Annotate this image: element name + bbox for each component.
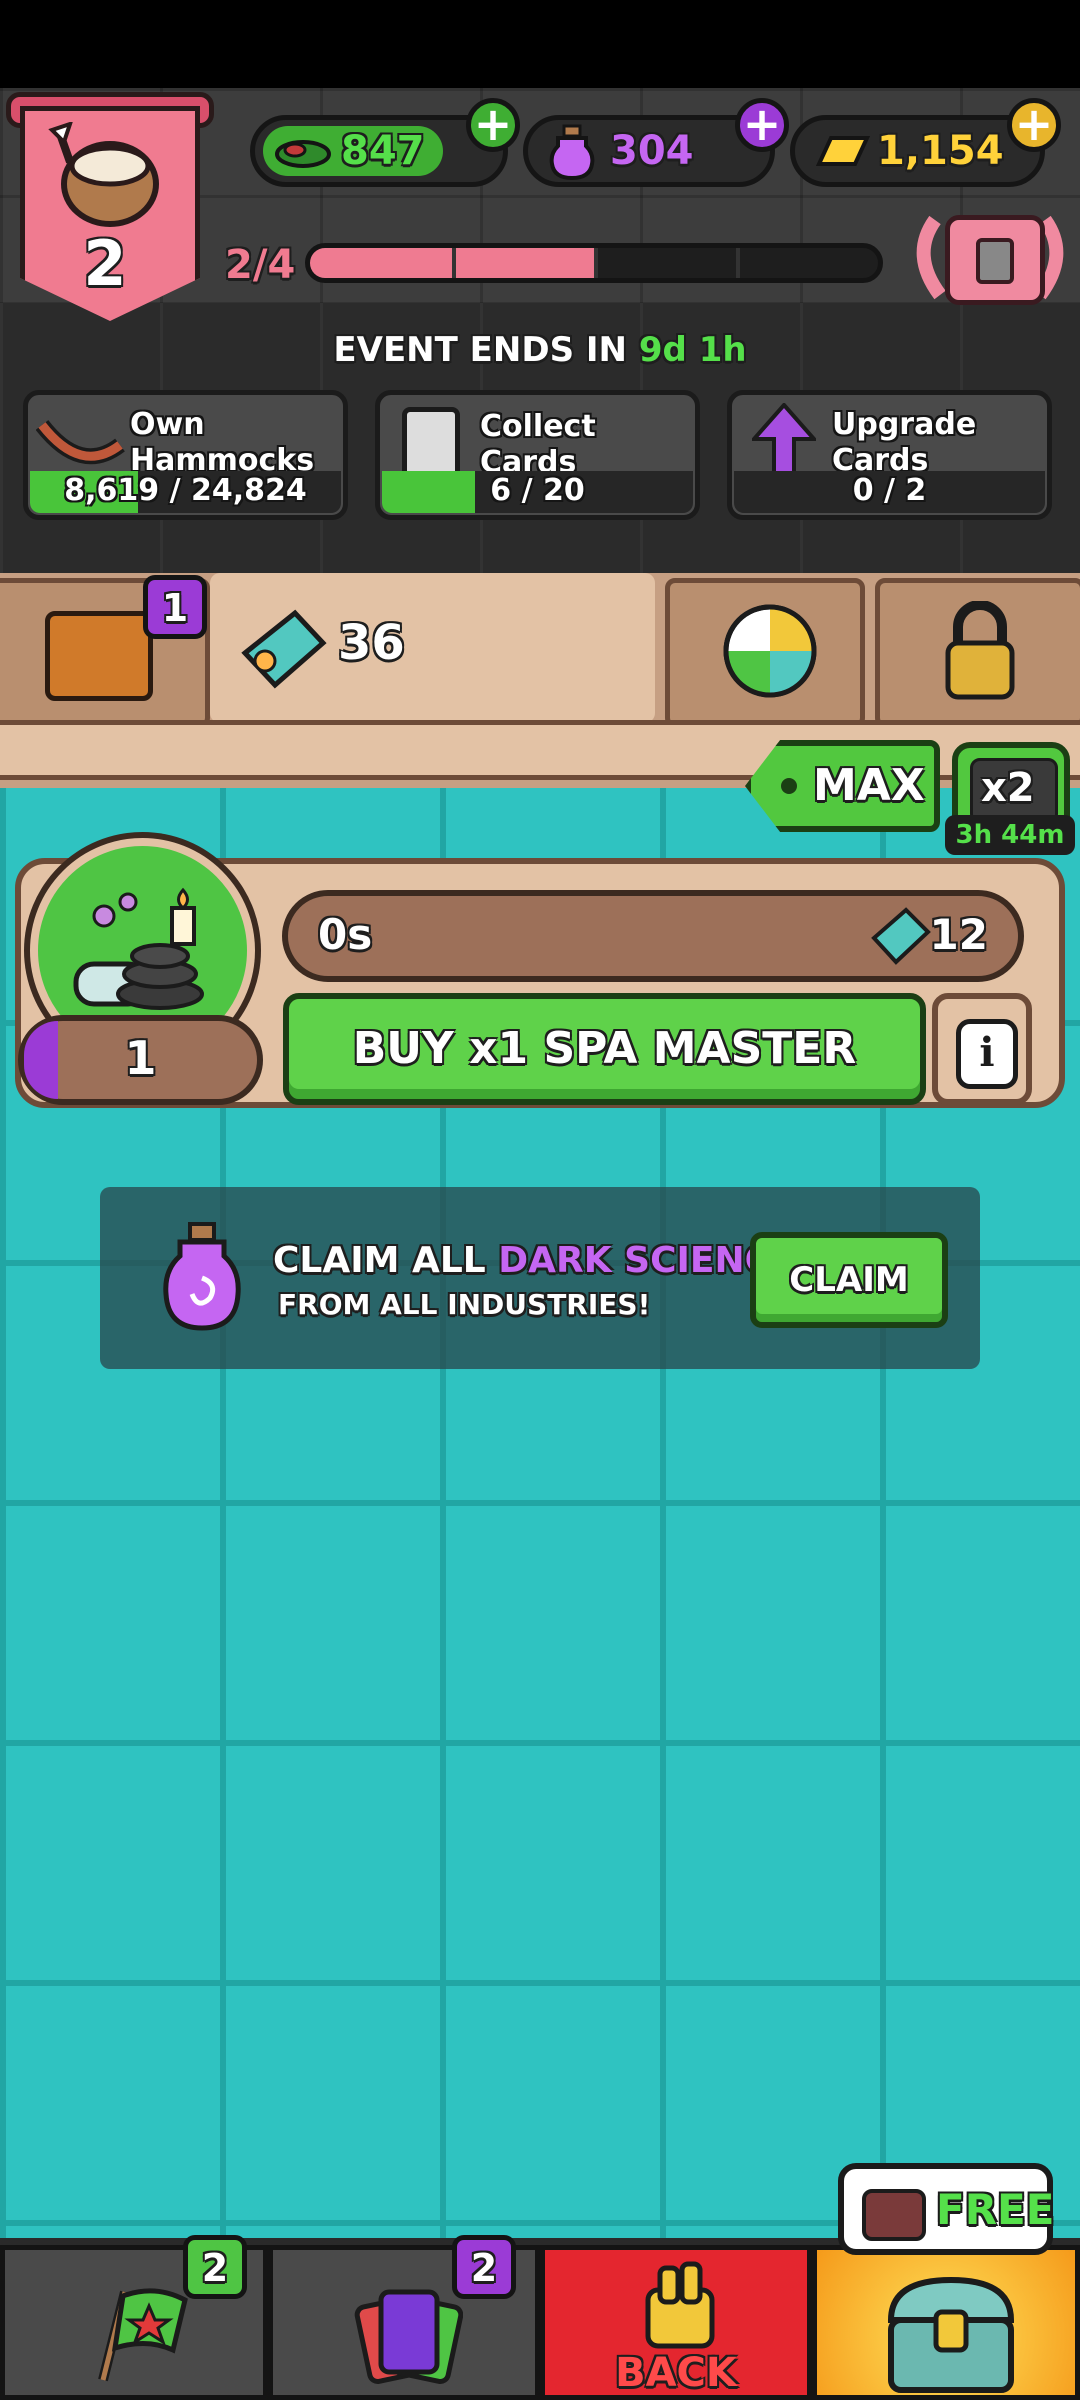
potion-icon [549,124,595,180]
gold-bar-icon [815,136,871,166]
card-icon [402,407,460,481]
claim-text-line1: CLAIM ALL DARK SCIENCE [273,1240,796,1281]
missions-badge-count: 2 [201,2246,229,2290]
claim-text-line2: FROM ALL INDUSTRIES! [278,1288,651,1321]
dark-science-value: 304 [610,128,694,174]
claim-button[interactable]: CLAIM [750,1232,948,1328]
add-cash-button[interactable]: + [466,98,520,152]
add-gold-button[interactable]: + [1007,98,1061,152]
goal-label-line1: Upgrade [832,407,977,442]
hammock-icon [36,419,125,465]
system-status-bar [0,0,1080,88]
progress-segment-divider [736,248,740,278]
progress-segment-divider [594,248,598,278]
fist-icon [645,2261,715,2349]
goal-progress-text: 0 / 2 [852,473,927,508]
tab-beach-ball[interactable] [665,578,865,728]
rank-progress-text: 2/4 [225,242,296,288]
purple-arrow-up-icon [752,403,816,477]
free-chest-bubble[interactable]: FREE [838,2163,1055,2255]
nav-chest-shop[interactable] [812,2245,1080,2400]
info-button[interactable]: i [932,993,1032,1105]
tag-hole-icon [781,778,797,794]
chest-icon [945,215,1045,305]
goal-progress-bar: 6 / 20 [382,471,693,513]
dark-science-potion-icon [163,1222,241,1331]
towel-icon [241,609,327,689]
suitcase-badge: 1 [143,575,207,639]
event-hours: 1h [698,330,747,370]
free-label: FREE [936,2185,1055,2234]
goal-progress-text: 6 / 20 [490,473,585,508]
info-icon: i [956,1019,1018,1089]
buy-label: BUY x1 SPA MASTER [352,1023,857,1074]
goal-progress-text: 8,619 / 24,824 [64,473,307,508]
boost-timer: 3h 44m [945,815,1075,855]
production-reward: 12 [929,910,988,959]
chest-lock-icon [976,238,1014,284]
back-label: BACK [615,2350,737,2396]
goal-own-hammocks[interactable]: Own Hammocks 8,619 / 24,824 [23,390,348,520]
missions-badge: 2 [183,2235,247,2299]
industry-level: 1 [124,1031,157,1085]
tab-spa-active[interactable]: 36 [210,573,655,723]
claim-prefix: CLAIM ALL [273,1240,499,1281]
add-dark-science-button[interactable]: + [735,98,789,152]
suitcase-icon [45,611,153,701]
goal-upgrade-cards[interactable]: Upgrade Cards 0 / 2 [727,390,1052,520]
event-days: 9d [638,330,687,370]
cash-value: 847 [341,128,425,174]
industry-level-pill: 1 [18,1015,263,1105]
rank-banner[interactable]: 2 [6,92,214,332]
cards-badge: 2 [452,2235,516,2299]
nav-back[interactable]: BACK [540,2245,812,2400]
rank-reward-chest-button[interactable] [905,205,1075,305]
treasure-chest-icon [887,2276,1015,2393]
progress-segment-divider [452,248,456,278]
small-chest-icon [862,2189,926,2241]
claim-label: CLAIM [789,1260,909,1300]
suitcase-badge-count: 1 [161,586,189,630]
goal-progress-bar: 8,619 / 24,824 [30,471,341,513]
goal-collect-cards[interactable]: Collect Cards 6 / 20 [375,390,700,520]
towel-reward-icon [871,907,931,965]
cards-icon [354,2289,463,2385]
padlock-icon [945,601,1015,700]
beach-ball-icon [723,604,817,698]
max-buy-amount-button[interactable]: MAX [745,740,940,832]
cards-badge-count: 2 [470,2246,498,2290]
production-timer: 0s [318,910,373,959]
tab-locked[interactable] [875,578,1080,728]
rank-progress-bar [305,243,883,283]
buy-spa-master-button[interactable]: BUY x1 SPA MASTER [283,993,926,1105]
spa-stones-icon [73,887,204,1010]
max-label: MAX [813,760,925,811]
cash-icon [275,140,331,168]
production-timer-bar: 0s 12 [282,890,1024,982]
event-ends-label: EVENT ENDS IN [333,330,639,370]
flag-icon [98,2288,188,2382]
tab-spa-count: 36 [338,615,405,671]
goal-label-line1: Own [130,407,205,442]
multiplier-label: x2 [981,765,1035,811]
coconut-icon [48,122,159,227]
goal-progress-bar: 0 / 2 [734,471,1045,513]
gold-value: 1,154 [877,128,1004,174]
event-timer: EVENT ENDS IN 9d 1h [0,330,1080,370]
rank-level: 2 [83,227,127,300]
